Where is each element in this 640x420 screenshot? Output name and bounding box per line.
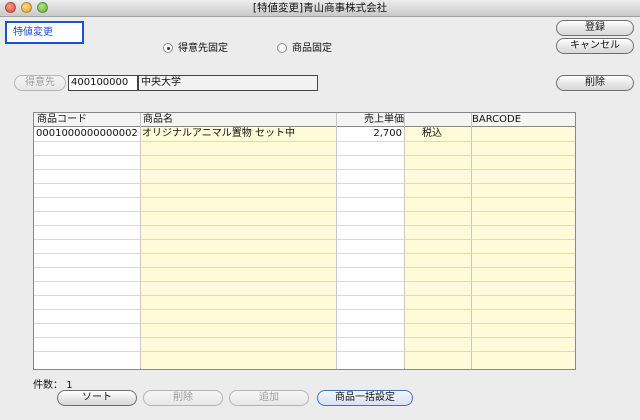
mode-label: 特値変更 [13,27,53,38]
header-product-code[interactable]: 商品コード [37,113,87,127]
register-button[interactable]: 登録 [556,20,634,36]
radio-customer-fixed-label: 得意先固定 [178,43,228,54]
radio-unselected-icon [277,43,287,53]
sort-button[interactable]: ソート [57,390,137,406]
minimize-window-icon[interactable] [21,2,32,13]
header-unit-price[interactable]: 売上単価 [364,113,404,127]
price-table: 商品コード 商品名 売上単価 BARCODE 0001000000000002 … [33,112,576,370]
add-row-button[interactable]: 追加 [229,390,309,406]
cell-product-name[interactable]: オリジナルアニマル置物 セット中 [142,127,295,141]
mode-indicator: 特値変更 [5,21,84,44]
delete-row-button[interactable]: 削除 [143,390,223,406]
radio-product-fixed[interactable]: 商品固定 [277,43,332,55]
customer-name-field: 中央大学 [138,75,318,91]
customer-code-field[interactable]: 400100000 [68,75,138,91]
cell-product-code[interactable]: 0001000000000002 [36,127,138,141]
bulk-product-setting-button[interactable]: 商品一括設定 [317,390,413,406]
cancel-button[interactable]: キャンセル [556,38,634,54]
main-window: [特値変更]青山商事株式会社 特値変更 登録 キャンセル 削除 得意先固定 商品… [0,0,640,420]
title-bar: [特値変更]青山商事株式会社 [0,0,640,17]
record-count: 件数： 1 [33,376,73,391]
close-window-icon[interactable] [5,2,16,13]
radio-customer-fixed[interactable]: 得意先固定 [163,43,228,55]
zoom-window-icon[interactable] [37,2,48,13]
radio-selected-icon [163,43,173,53]
header-barcode[interactable]: BARCODE [472,113,521,127]
header-product-name[interactable]: 商品名 [143,113,173,127]
cell-tax[interactable]: 税込 [422,127,442,141]
record-count-label: 件数： [33,380,63,391]
delete-record-button[interactable]: 削除 [556,75,634,91]
cell-unit-price[interactable]: 2,700 [336,127,402,141]
customer-lookup-button[interactable]: 得意先 [14,75,66,91]
window-title: [特値変更]青山商事株式会社 [252,2,388,14]
radio-product-fixed-label: 商品固定 [292,43,332,54]
